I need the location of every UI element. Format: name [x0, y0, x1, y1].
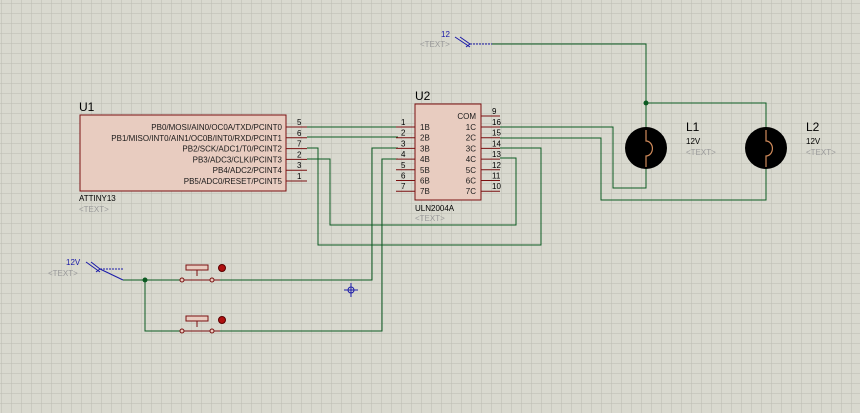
- power-top-label: 12: [441, 30, 450, 39]
- u2-right-pin-num: 12: [492, 161, 501, 170]
- u2-left-pin-num: 6: [401, 172, 406, 181]
- u1-ref: U1: [79, 100, 95, 114]
- u1-pin-num: 5: [297, 118, 302, 127]
- u2-left-pin-num: 3: [401, 139, 406, 148]
- u1-pin-name: PB1/MISO/INT0/AIN1/OC0B/INT0/RXD/PCINT1: [111, 134, 282, 143]
- pushbutton-2-actuator[interactable]: [185, 315, 209, 322]
- u1-pin-name: PB5/ADC0/RESET/PCINT5: [184, 177, 283, 186]
- u2-right-pin-name: 7C: [466, 187, 476, 196]
- lamp-l1-text: <TEXT>: [686, 148, 716, 157]
- u2-right-pin-name: 6C: [466, 177, 476, 186]
- u2-right-pin-num: 16: [492, 118, 501, 127]
- u1-pin-name: PB2/SCK/ADC1/T0/PCINT2: [182, 145, 282, 154]
- u2-ref: U2: [415, 89, 431, 103]
- u1-pin-num: 2: [297, 150, 302, 159]
- u2-left-pin-name: 2B: [420, 134, 430, 143]
- lamp-l2-ref: L2: [806, 120, 820, 134]
- junction-dot-left: [142, 277, 148, 283]
- u1-part: ATTINY13: [79, 194, 116, 203]
- u2-left-pin-name: 5B: [420, 166, 430, 175]
- u2-left-pin-name: 3B: [420, 144, 430, 153]
- u1-pin-num: 1: [297, 172, 302, 181]
- u2-text: <TEXT>: [415, 214, 445, 223]
- lamp-l1-ref: L1: [686, 120, 700, 134]
- u2-left-pin-num: 7: [401, 182, 406, 191]
- pushbutton-1-actuator[interactable]: [185, 264, 209, 271]
- lamp-l2-text: <TEXT>: [806, 148, 836, 157]
- u2-right-pin-num: 15: [492, 129, 501, 138]
- u2-right-pin-num: 13: [492, 150, 501, 159]
- u2-part: ULN2004A: [415, 204, 455, 213]
- power-left-text: <TEXT>: [48, 269, 78, 278]
- pushbutton-2-toggle-icon[interactable]: [218, 316, 226, 324]
- u2-right-pin-name: 3C: [466, 144, 476, 153]
- lamp-l1-value: 12V: [686, 137, 701, 146]
- u2-right-pin-num: 14: [492, 139, 501, 148]
- u2-com-label: COM: [457, 112, 476, 121]
- u1-pin-name: PB4/ADC2/PCINT4: [213, 166, 283, 175]
- lamp-l2-value: 12V: [806, 137, 821, 146]
- junction-dot-top: [643, 100, 649, 106]
- u2-right-pin-name: 5C: [466, 166, 476, 175]
- u2-left-pin-num: 4: [401, 150, 406, 159]
- u2-left-pin-num: 2: [401, 129, 406, 138]
- u1-text: <TEXT>: [79, 205, 109, 214]
- u2-right-pin-name: 4C: [466, 155, 476, 164]
- u2-left-pin-num: 1: [401, 118, 406, 127]
- pushbutton-2-contact-right: [209, 328, 215, 334]
- schematic-canvas[interactable]: U1 ATTINY13 <TEXT> PB0/MOSI/AIN0/OC0A/TX…: [0, 0, 860, 413]
- u1-pin-num: 6: [297, 129, 302, 138]
- u1-pin-name: PB0/MOSI/AIN0/OC0A/TXD/PCINT0: [151, 123, 282, 132]
- u2-right-pin-name: 2C: [466, 134, 476, 143]
- u2-right-pin-num: 10: [492, 182, 501, 191]
- u1-pin-num: 7: [297, 140, 302, 149]
- pushbutton-1-toggle-icon[interactable]: [218, 264, 226, 272]
- u2-left-pin-name: 6B: [420, 177, 430, 186]
- pushbutton-2-contact-left: [179, 328, 185, 334]
- power-left-label: 12V: [66, 258, 81, 267]
- pushbutton-1-contact-right: [209, 277, 215, 283]
- power-top-text: <TEXT>: [420, 40, 450, 49]
- u1-pin-num: 3: [297, 161, 302, 170]
- pushbutton-1-contact-left: [179, 277, 185, 283]
- u2-left-pin-name: 1B: [420, 123, 430, 132]
- u2-right-pin-name: 1C: [466, 123, 476, 132]
- u1-pin-name: PB3/ADC3/CLKI/PCINT3: [193, 155, 283, 164]
- u2-com-num: 9: [492, 107, 497, 116]
- u2-right-pin-num: 11: [492, 172, 501, 181]
- u2-left-pin-name: 7B: [420, 187, 430, 196]
- u2-left-pin-num: 5: [401, 161, 406, 170]
- u2-left-pin-name: 4B: [420, 155, 430, 164]
